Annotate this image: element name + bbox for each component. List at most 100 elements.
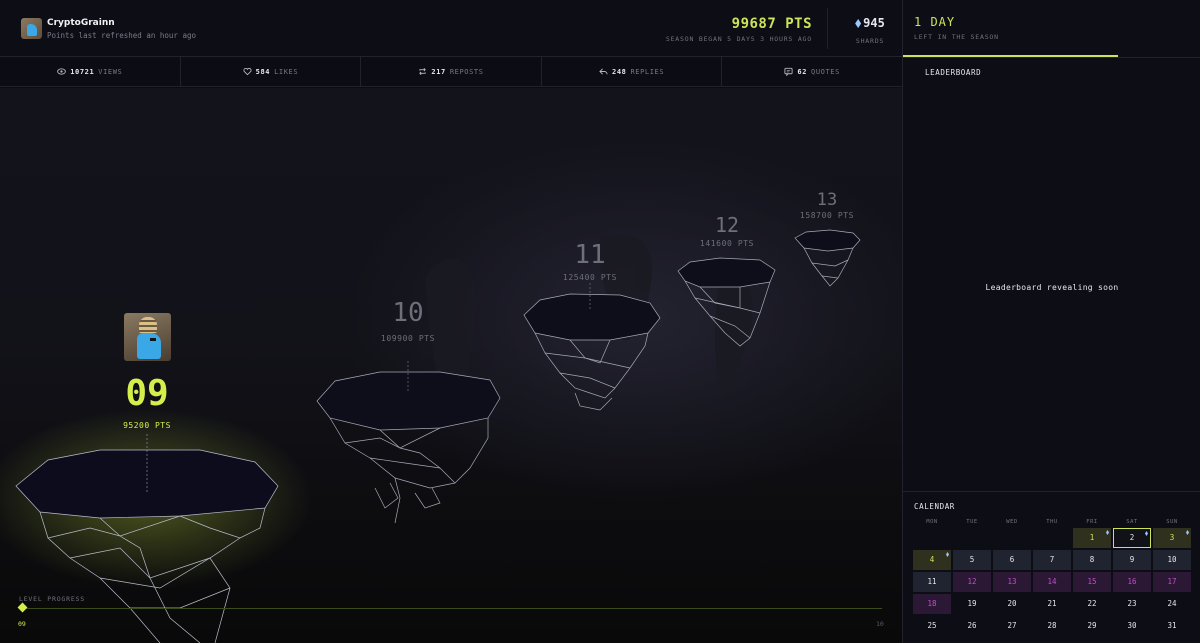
level-11-number: 11 bbox=[574, 240, 606, 270]
level-progress-end: 10 bbox=[876, 620, 884, 628]
calendar-day[interactable]: 4 bbox=[913, 550, 951, 570]
total-points: 99687 PTS bbox=[731, 16, 812, 32]
calendar-day[interactable]: 22 bbox=[1073, 594, 1111, 614]
heart-icon bbox=[243, 67, 252, 76]
reposts-label: REPOSTS bbox=[449, 67, 484, 76]
user-avatar[interactable] bbox=[21, 18, 42, 39]
weekday-sun: SUN bbox=[1166, 519, 1178, 525]
avatar-eye bbox=[150, 338, 156, 341]
calendar-empty bbox=[1033, 528, 1071, 548]
shards-value-row: 945 bbox=[840, 16, 900, 30]
calendar-day[interactable]: 24 bbox=[1153, 594, 1191, 614]
level-progress-start: 09 bbox=[18, 620, 26, 628]
stat-replies: 248 REPLIES bbox=[542, 57, 723, 86]
island-level-13 bbox=[794, 229, 861, 287]
username[interactable]: CryptoGrainn bbox=[47, 18, 115, 28]
calendar-day[interactable]: 15 bbox=[1073, 572, 1111, 592]
level-13-points: 158700 PTS bbox=[799, 211, 855, 220]
replies-value: 248 bbox=[612, 67, 627, 76]
shards-counter: 945 SHARDS bbox=[840, 16, 900, 45]
day-number: 3 bbox=[1169, 533, 1175, 542]
calendar-day[interactable]: 27 bbox=[993, 616, 1031, 636]
calendar-empty bbox=[913, 528, 951, 548]
quotes-value: 62 bbox=[797, 67, 808, 76]
stat-views: 10721 VIEWS bbox=[0, 57, 181, 86]
calendar-day[interactable]: 30 bbox=[1113, 616, 1151, 636]
calendar-empty bbox=[953, 528, 991, 548]
engagement-stats: 10721 VIEWS 584 LIKES 217 REPOSTS 248 RE… bbox=[0, 57, 902, 87]
calendar-grid: 1 2 3 4 5 6 7 8 9 10 11 12 13 14 15 16 1… bbox=[913, 528, 1193, 636]
divider bbox=[903, 491, 1200, 492]
weekday-tue: TUE bbox=[966, 519, 978, 525]
quote-icon bbox=[784, 67, 793, 76]
avatar-hat bbox=[139, 317, 157, 333]
days-left-label: LEFT IN THE SEASON bbox=[914, 33, 999, 41]
calendar-day[interactable]: 5 bbox=[953, 550, 991, 570]
calendar-day[interactable]: 3 bbox=[1153, 528, 1191, 548]
reply-icon bbox=[599, 68, 608, 75]
stat-reposts: 217 REPOSTS bbox=[361, 57, 542, 86]
calendar-day[interactable]: 9 bbox=[1113, 550, 1151, 570]
divider bbox=[903, 57, 1200, 58]
level-13-number: 13 bbox=[816, 190, 838, 210]
top-header: CryptoGrainn Points last refreshed an ho… bbox=[0, 0, 902, 57]
calendar-day[interactable]: 17 bbox=[1153, 572, 1191, 592]
calendar-day[interactable]: 25 bbox=[913, 616, 951, 636]
calendar-day[interactable]: 11 bbox=[913, 572, 951, 592]
weekday-mon: MON bbox=[926, 519, 938, 525]
calendar-day[interactable]: 28 bbox=[1033, 616, 1071, 636]
views-value: 10721 bbox=[70, 67, 95, 76]
diamond-icon bbox=[1186, 530, 1189, 535]
day-number: 2 bbox=[1129, 533, 1135, 542]
calendar-title: CALENDAR bbox=[914, 502, 955, 511]
calendar-day[interactable]: 31 bbox=[1153, 616, 1191, 636]
player-avatar[interactable] bbox=[124, 313, 171, 361]
weekday-thu: THU bbox=[1046, 519, 1058, 525]
season-started: SEASON BEGAN 5 DAYS 3 HOURS AGO bbox=[665, 35, 812, 43]
calendar-day[interactable]: 7 bbox=[1033, 550, 1071, 570]
repost-icon bbox=[419, 68, 427, 75]
calendar-day[interactable]: 12 bbox=[953, 572, 991, 592]
calendar-day[interactable]: 23 bbox=[1113, 594, 1151, 614]
calendar-day[interactable]: 26 bbox=[953, 616, 991, 636]
calendar-day[interactable]: 20 bbox=[993, 594, 1031, 614]
current-level-points: 95200 PTS bbox=[123, 421, 171, 430]
views-label: VIEWS bbox=[98, 67, 123, 76]
calendar-day[interactable]: 21 bbox=[1033, 594, 1071, 614]
current-level-number: 09 bbox=[125, 373, 169, 414]
calendar-day[interactable]: 1 bbox=[1073, 528, 1111, 548]
diamond-icon bbox=[1106, 530, 1109, 535]
quotes-label: QUOTES bbox=[811, 67, 840, 76]
right-panel: 1 DAY LEFT IN THE SEASON LEADERBOARD Lea… bbox=[902, 0, 1200, 643]
calendar: MON TUE WED THU FRI SAT SUN 1 2 3 4 5 6 … bbox=[913, 516, 1193, 636]
calendar-day-today[interactable]: 2 bbox=[1113, 528, 1151, 548]
calendar-day[interactable]: 14 bbox=[1033, 572, 1071, 592]
calendar-day[interactable]: 10 bbox=[1153, 550, 1191, 570]
diamond-icon bbox=[1145, 531, 1148, 536]
replies-label: REPLIES bbox=[630, 67, 665, 76]
leaderboard-message: Leaderboard revealing soon bbox=[985, 283, 1119, 292]
calendar-day[interactable]: 29 bbox=[1073, 616, 1111, 636]
reposts-value: 217 bbox=[431, 67, 446, 76]
floating-islands-art bbox=[0, 229, 861, 643]
diamond-icon bbox=[946, 552, 949, 557]
likes-label: LIKES bbox=[274, 67, 299, 76]
stat-likes: 584 LIKES bbox=[181, 57, 362, 86]
leaderboard-title: LEADERBOARD bbox=[925, 68, 982, 77]
days-left: 1 DAY bbox=[914, 15, 956, 29]
level-scene: 09 95200 PTS 10 109900 PTS 11 125400 PTS… bbox=[0, 88, 902, 643]
calendar-day[interactable]: 18 bbox=[913, 594, 951, 614]
diamond-icon bbox=[855, 19, 862, 28]
weekday-fri: FRI bbox=[1086, 519, 1098, 525]
calendar-day[interactable]: 6 bbox=[993, 550, 1031, 570]
calendar-empty bbox=[993, 528, 1031, 548]
island-level-11 bbox=[523, 283, 661, 411]
day-number: 4 bbox=[929, 555, 935, 564]
avatar-face bbox=[137, 333, 161, 359]
weekday-sat: SAT bbox=[1126, 519, 1138, 525]
calendar-day[interactable]: 8 bbox=[1073, 550, 1111, 570]
stat-quotes: 62 QUOTES bbox=[722, 57, 902, 86]
calendar-day[interactable]: 19 bbox=[953, 594, 991, 614]
calendar-day[interactable]: 16 bbox=[1113, 572, 1151, 592]
calendar-day[interactable]: 13 bbox=[993, 572, 1031, 592]
